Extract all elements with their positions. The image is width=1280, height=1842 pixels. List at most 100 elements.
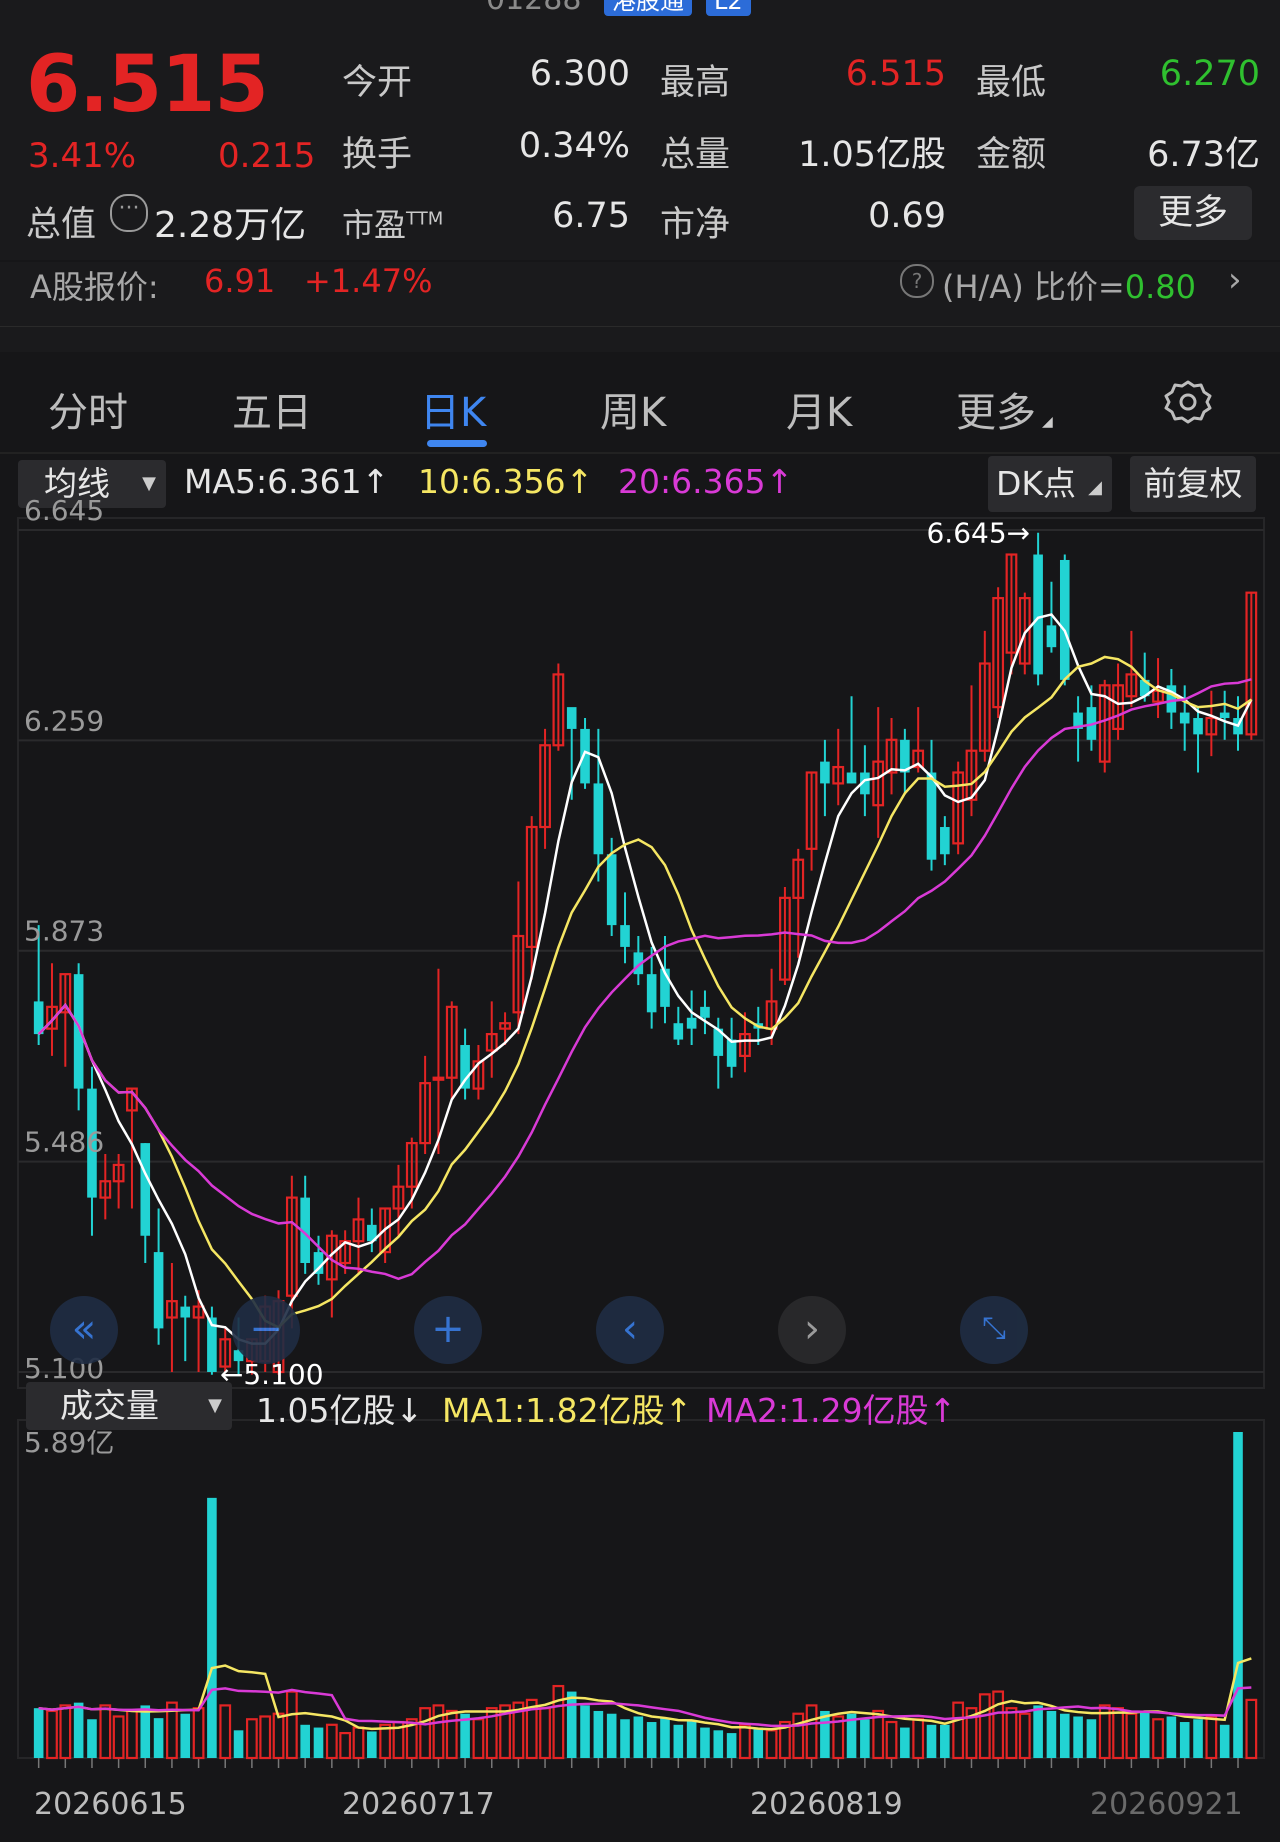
volume-bar — [445, 1709, 458, 1760]
volume-bar — [126, 1709, 138, 1760]
open-value: 6.300 — [529, 54, 630, 94]
pb-value: 0.69 — [868, 196, 946, 236]
volume-bar — [472, 1718, 485, 1760]
caret-down-icon: ▼ — [208, 1395, 222, 1416]
volume-bar — [926, 1724, 937, 1758]
volume-bar — [860, 1719, 870, 1758]
help-icon[interactable]: ? — [900, 264, 934, 298]
volume-bar — [313, 1727, 324, 1758]
a-share-price: 6.91 — [204, 262, 276, 300]
candle-body — [686, 1017, 697, 1029]
candle-body — [1059, 559, 1070, 680]
volume-bar — [259, 1715, 272, 1760]
price-tick-label: 5.873 — [24, 915, 104, 948]
stock-detail-screen: 01288 港股通 L2 6.515 3.41% 0.215 总值 ··· 2.… — [0, 0, 1280, 1842]
volume-bar — [673, 1724, 684, 1758]
volume-bar — [99, 1704, 112, 1760]
candle-body — [566, 707, 577, 729]
volume-bar — [379, 1723, 392, 1760]
info-icon[interactable]: ··· — [110, 194, 148, 232]
volume-bar — [1139, 1710, 1150, 1758]
zoom-out-icon[interactable]: − — [232, 1296, 300, 1364]
last-price: 6.515 — [26, 40, 269, 130]
zoom-in-icon[interactable]: + — [414, 1296, 482, 1364]
candle-body — [432, 1076, 445, 1081]
volume-bar — [432, 1704, 445, 1760]
candle-body — [1033, 554, 1043, 675]
tab-intraday[interactable]: 分时 — [48, 380, 128, 438]
vol-ma2-readout: MA2:1.29亿股↑ — [706, 1391, 957, 1430]
volume-bar — [580, 1705, 590, 1758]
volume-bar — [233, 1730, 244, 1758]
a-share-row[interactable]: A股报价: 6.91 +1.47% ? (H/A) 比价=0.80 › — [0, 262, 1280, 352]
chevron-left-icon[interactable]: ‹ — [596, 1296, 664, 1364]
vol-ma1-readout: MA1:1.82亿股↑ — [442, 1391, 693, 1430]
market-cap-label: 总值 — [26, 205, 97, 245]
market-cap-value: 2.28万亿 — [154, 205, 307, 246]
chevron-right-icon[interactable]: › — [778, 1296, 846, 1364]
volume-bar — [660, 1718, 670, 1758]
volume-bar — [566, 1691, 577, 1758]
volume-bar — [726, 1733, 737, 1758]
candle-body — [646, 974, 657, 1013]
ha-ratio-label: (H/A) 比价= — [942, 268, 1125, 306]
date-tick-label: 20260615 — [34, 1787, 187, 1822]
kline-chart[interactable]: 6.6456.2595.8735.4865.1006.645→←5.1005.8… — [0, 452, 1280, 1842]
ha-ratio: (H/A) 比价=0.80 — [942, 262, 1196, 308]
price-tick-label: 6.645 — [24, 494, 104, 527]
change-amount: 0.215 — [218, 136, 316, 176]
volume-bar — [272, 1712, 285, 1760]
volume-bar — [978, 1693, 991, 1760]
tab-weekly-k[interactable]: 周K — [600, 380, 666, 438]
volume-bar — [1005, 1707, 1018, 1760]
candle-body — [580, 728, 590, 784]
connect-badge: 港股通 — [604, 0, 692, 16]
price-tick-label: 5.486 — [24, 1126, 104, 1159]
volume-bars — [33, 1432, 1258, 1760]
open-label: 今开 — [342, 63, 413, 103]
adr-row-clipped — [0, 326, 1280, 352]
volume-bar — [207, 1497, 217, 1758]
active-tab-indicator — [427, 440, 487, 447]
volume-bar — [1219, 1724, 1230, 1758]
level-badge: L2 — [706, 0, 751, 16]
candle-body — [700, 1006, 710, 1018]
volume-bar — [352, 1726, 365, 1760]
volume-bar — [153, 1718, 164, 1758]
tab-five-day[interactable]: 五日 — [232, 380, 312, 438]
candle-body — [820, 761, 830, 784]
ma5-line — [37, 613, 1253, 1345]
volume-bar — [646, 1722, 657, 1758]
more-quote-button[interactable]: 更多 — [1134, 186, 1252, 240]
settings-gear-icon[interactable] — [1164, 378, 1212, 426]
chevron-right-icon: › — [1228, 262, 1242, 300]
volume-bar — [792, 1712, 805, 1760]
candle-body — [593, 783, 604, 855]
turnover-label: 换手 — [342, 135, 413, 175]
tab-daily-k[interactable]: 日K — [420, 380, 486, 438]
rewind-icon[interactable]: « — [50, 1296, 118, 1364]
low-label: 最低 — [976, 63, 1047, 103]
candle-body — [620, 925, 630, 947]
volume-bar — [1033, 1705, 1043, 1758]
high-value: 6.515 — [845, 54, 946, 94]
volume-bar — [940, 1724, 950, 1758]
volume-bar — [952, 1701, 965, 1760]
tab-more[interactable]: 更多 ◢ — [956, 380, 1053, 438]
candle-body — [726, 1039, 737, 1067]
volume-bar — [1018, 1712, 1031, 1760]
sub-indicator-select[interactable]: 成交量 ▼ — [26, 1382, 232, 1430]
candle-body — [180, 1306, 191, 1318]
volume-bar — [1193, 1719, 1203, 1758]
volume-bar — [753, 1727, 764, 1758]
volume-bar — [633, 1716, 644, 1758]
candle-body — [940, 827, 950, 855]
fullscreen-icon[interactable]: ⤡ — [960, 1296, 1028, 1364]
volume-bar — [180, 1713, 191, 1758]
candle-body — [1193, 718, 1203, 735]
volume-bar — [245, 1718, 258, 1760]
tab-monthly-k[interactable]: 月K — [786, 380, 852, 438]
volume-bar — [1046, 1710, 1057, 1758]
volume-tick-label: 5.89亿 — [24, 1426, 114, 1459]
volume-bar — [686, 1720, 697, 1758]
